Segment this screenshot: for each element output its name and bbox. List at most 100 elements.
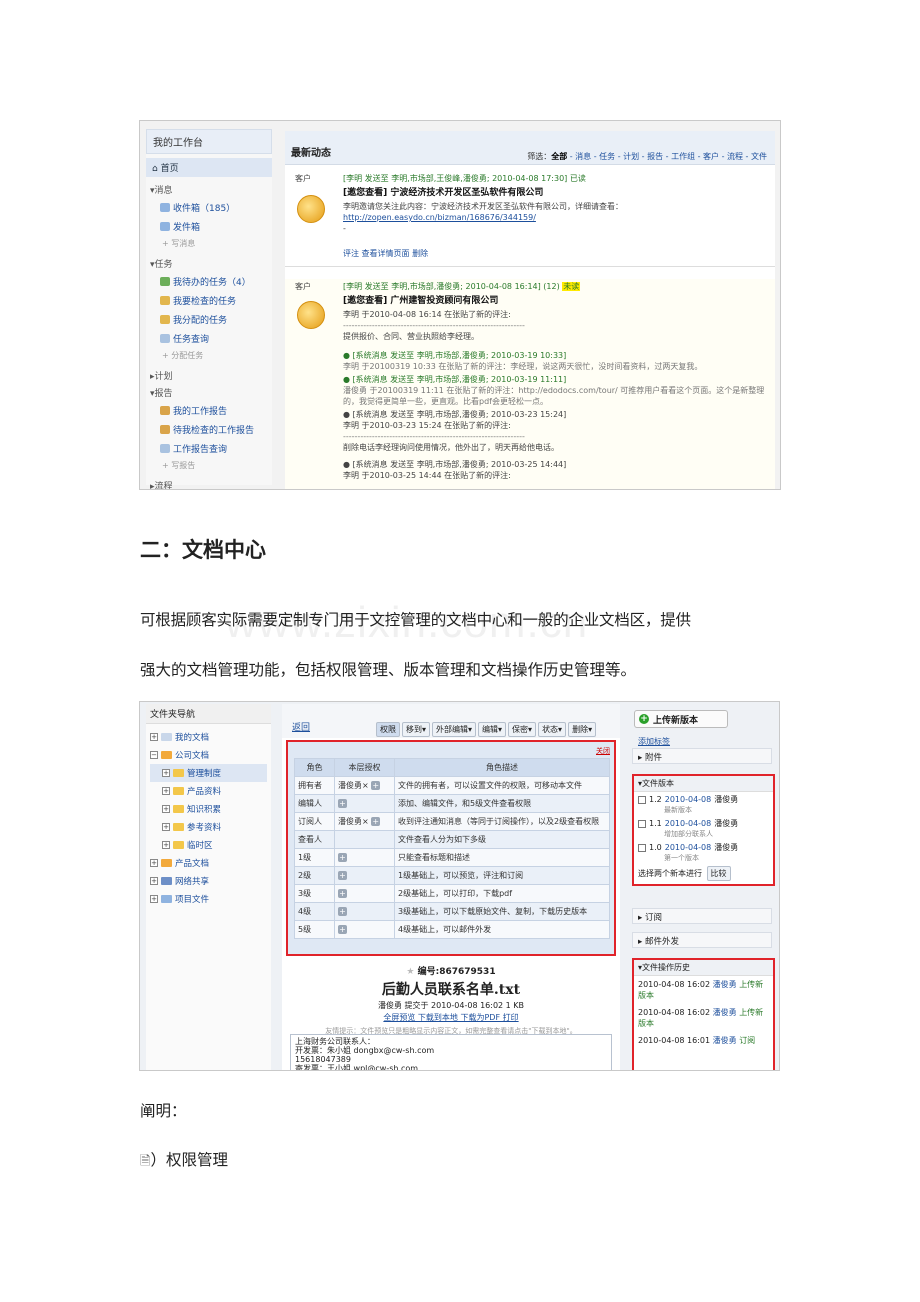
add-user-icon[interactable]: + bbox=[371, 781, 381, 790]
workbench-sidebar: 我的工作台 ⌂ 首页 ▾消息 收件箱（185） 发件箱 + 写消息 ▾任务 我待… bbox=[146, 129, 272, 489]
status-button[interactable]: 状态▾ bbox=[538, 722, 567, 737]
entry-category: 客户 bbox=[295, 174, 311, 183]
version-row[interactable]: 1.0 2010-04-08 潘俊勇 bbox=[634, 840, 773, 853]
role-cell: 查看人 bbox=[294, 830, 335, 849]
star-icon: ★ bbox=[406, 967, 415, 977]
close-link[interactable]: 关闭 bbox=[596, 746, 610, 756]
add-user-icon[interactable]: + bbox=[338, 925, 347, 934]
comment-body: 削除电话李经理询问使用情况，他外出了，明天再给他电话。 bbox=[343, 443, 559, 452]
write-report-link[interactable]: + 写报告 bbox=[146, 458, 272, 473]
versions-title[interactable]: ▾文件版本 bbox=[634, 776, 773, 792]
back-link[interactable]: 返回 bbox=[292, 720, 310, 733]
add-user-icon[interactable]: + bbox=[338, 907, 347, 916]
section-reports[interactable]: ▾报告 bbox=[146, 384, 272, 401]
outbox-icon bbox=[160, 222, 170, 231]
expand-icon: + bbox=[162, 841, 170, 849]
folder-reference[interactable]: + 参考资料 bbox=[150, 818, 267, 836]
expand-icon: + bbox=[162, 787, 170, 795]
role-cell: 3级 bbox=[294, 884, 335, 903]
collapse-icon: − bbox=[150, 751, 158, 759]
compare-button[interactable]: 比较 bbox=[706, 866, 731, 881]
comment-text: 潘俊勇 于20100319 11:11 在张贴了新的评注：http://edod… bbox=[343, 386, 765, 406]
write-message-link[interactable]: + 写消息 bbox=[146, 236, 272, 251]
file-preview[interactable]: 上海财务公司联系人： 开发票：朱小姐 dongbx@cw-sh.com 1561… bbox=[290, 1034, 612, 1070]
table-row: 5级 +4级基础上，可以邮件外发 bbox=[294, 920, 610, 939]
move-button[interactable]: 移到▾ bbox=[402, 722, 431, 737]
grant-cell[interactable]: + bbox=[334, 866, 395, 885]
folder-company-docs[interactable]: − 公司文档 bbox=[150, 746, 267, 764]
folder-network-share[interactable]: + 网络共享 bbox=[150, 872, 267, 890]
version-row[interactable]: 1.2 2010-04-08 潘俊勇 bbox=[634, 792, 773, 805]
comment-line: 李明 于2010-04-08 16:14 在张贴了新的评注: bbox=[343, 310, 511, 319]
version-note: 最新版本 bbox=[664, 806, 692, 814]
grant-cell[interactable]: + bbox=[334, 848, 395, 867]
assign-task-link[interactable]: + 分配任务 bbox=[146, 348, 272, 363]
bell-icon bbox=[297, 195, 325, 223]
sidebar-item-check-tasks[interactable]: 我要检查的任务 bbox=[146, 291, 272, 310]
role-cell: 5级 bbox=[294, 920, 335, 939]
filter-links[interactable]: - 消息 - 任务 - 计划 - 报告 - 工作组 - 客户 - 流程 - 文件 bbox=[570, 152, 767, 161]
section-tasks[interactable]: ▾任务 bbox=[146, 251, 272, 272]
folder-knowledge[interactable]: + 知识积累 bbox=[150, 800, 267, 818]
table-row: 编辑人 + 添加、编辑文件，和5级文件查看权限 bbox=[294, 794, 610, 813]
sidebar-item-my-reports[interactable]: 我的工作报告 bbox=[146, 401, 272, 420]
attachments-section[interactable]: ▸ 附件 bbox=[632, 748, 772, 764]
sidebar-item-check-reports[interactable]: 待我检查的工作报告 bbox=[146, 420, 272, 439]
folder-product-docs[interactable]: + 产品文档 bbox=[150, 854, 267, 872]
grant-cell[interactable]: + bbox=[334, 920, 395, 939]
checkbox bbox=[638, 819, 646, 828]
add-user-icon[interactable]: + bbox=[338, 871, 347, 880]
grant-cell[interactable]: + bbox=[334, 794, 395, 813]
external-edit-button[interactable]: 外部编辑▾ bbox=[432, 722, 477, 737]
mail-out-section[interactable]: ▸ 邮件外发 bbox=[632, 932, 772, 948]
table-row: 3级 +2级基础上，可以打印，下载pdf bbox=[294, 884, 610, 903]
document-icon: 🗎 bbox=[140, 1154, 151, 1169]
sidebar-item-assigned-tasks[interactable]: 我分配的任务 bbox=[146, 310, 272, 329]
file-info: ★ 编号:867679531 后勤人员联系名单.txt 潘俊勇 提交于 2010… bbox=[282, 960, 620, 1036]
add-user-icon[interactable]: + bbox=[338, 853, 347, 862]
subscribe-section[interactable]: ▸ 订阅 bbox=[632, 908, 772, 924]
sidebar-item-outbox[interactable]: 发件箱 bbox=[146, 217, 272, 236]
grant-cell[interactable]: + bbox=[334, 902, 395, 921]
section-flow[interactable]: ▸流程 bbox=[146, 473, 272, 489]
entry-title[interactable]: [邀您查看] 广州建智投资顾问有限公司 bbox=[343, 296, 769, 307]
add-user-icon[interactable]: + bbox=[338, 889, 347, 898]
folder-products[interactable]: + 产品资料 bbox=[150, 782, 267, 800]
sidebar-item-inbox[interactable]: 收件箱（185） bbox=[146, 198, 272, 217]
upload-version-button[interactable]: + 上传新版本 bbox=[634, 710, 728, 728]
add-user-icon[interactable]: + bbox=[338, 799, 347, 808]
file-actions[interactable]: 全屏预览 下载到本地 下载为PDF 打印 bbox=[282, 1012, 620, 1023]
folder-projects[interactable]: + 项目文件 bbox=[150, 890, 267, 908]
add-tag-link[interactable]: 添加标签 bbox=[638, 736, 670, 747]
sidebar-item-my-tasks[interactable]: 我待办的任务（4） bbox=[146, 272, 272, 291]
grant-cell[interactable]: 潘俊勇× + bbox=[334, 776, 395, 795]
sidebar-item-report-query[interactable]: 工作报告查询 bbox=[146, 439, 272, 458]
entry-actions[interactable]: 评注 查看详情页面 删除 bbox=[343, 248, 769, 259]
grant-cell[interactable] bbox=[334, 830, 395, 849]
section-messages[interactable]: ▾消息 bbox=[146, 177, 272, 198]
version-row[interactable]: 1.1 2010-04-08 潘俊勇 bbox=[634, 816, 773, 829]
comment-meta: ● [系统消息 发送至 李明,市场部,潘俊勇; 2010-03-25 14:44… bbox=[343, 460, 567, 469]
filter-all[interactable]: 全部 bbox=[551, 152, 567, 161]
comment-text: 李明 于2010-03-25 14:44 在张贴了新的评注: bbox=[343, 471, 511, 480]
entry-title[interactable]: [邀您查看] 宁波经济技术开发区圣弘软件有限公司 bbox=[343, 188, 769, 199]
edit-button[interactable]: 编辑▾ bbox=[478, 722, 507, 737]
grant-cell[interactable]: 潘俊勇× + bbox=[334, 812, 395, 831]
sidebar-item-task-query[interactable]: 任务查询 bbox=[146, 329, 272, 348]
section-plan[interactable]: ▸计划 bbox=[146, 363, 272, 384]
folder-management[interactable]: + 管理制度 bbox=[150, 764, 267, 782]
folder-my-docs[interactable]: + 我的文档 bbox=[150, 728, 267, 746]
paragraph-line: 强大的文档管理功能，包括权限管理、版本管理和文档操作历史管理等。 bbox=[140, 661, 637, 679]
plus-circle-icon: + bbox=[639, 714, 649, 724]
permissions-button[interactable]: 权限 bbox=[376, 722, 400, 737]
grant-cell[interactable]: + bbox=[334, 884, 395, 903]
folder-temp[interactable]: + 临时区 bbox=[150, 836, 267, 854]
delete-button[interactable]: 删除▾ bbox=[568, 722, 597, 737]
add-user-icon[interactable]: + bbox=[371, 817, 381, 826]
history-title[interactable]: ▾文件操作历史 bbox=[634, 960, 773, 976]
entry-link[interactable]: http://zopen.easydo.cn/bizman/168676/344… bbox=[343, 213, 536, 222]
sidebar-item-home[interactable]: ⌂ 首页 bbox=[146, 158, 272, 177]
secret-button[interactable]: 保密▾ bbox=[508, 722, 537, 737]
folder-icon bbox=[161, 859, 172, 867]
task-icon bbox=[160, 296, 170, 305]
